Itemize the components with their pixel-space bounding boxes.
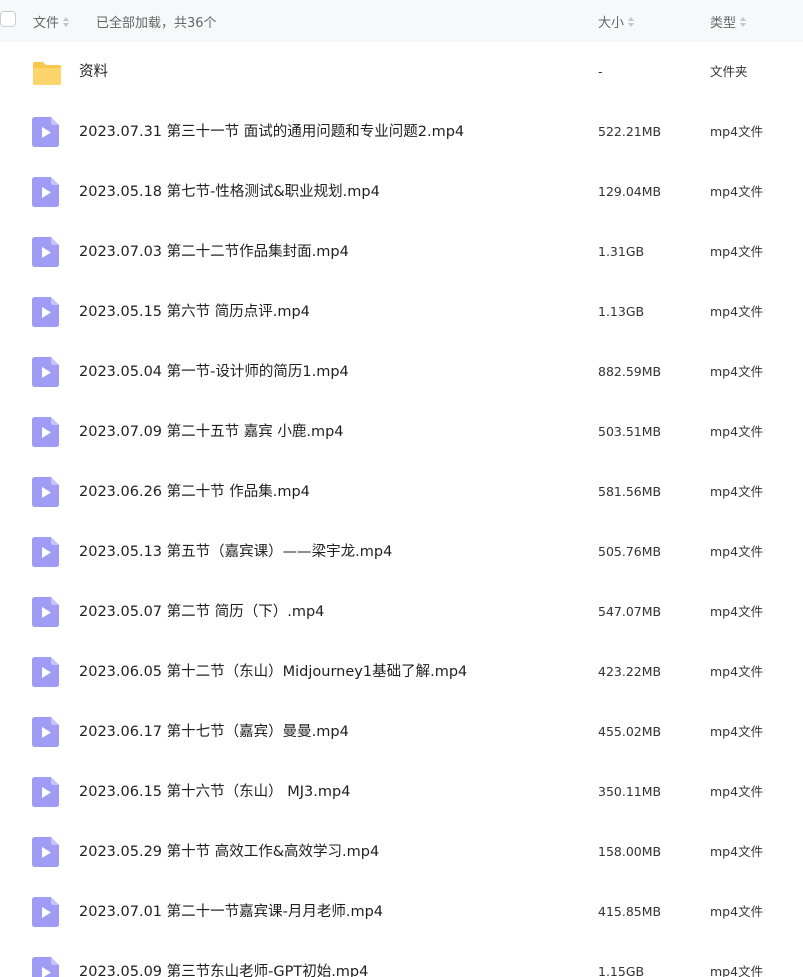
file-row[interactable]: 2023.05.18 第七节-性格测试&职业规划.mp4 129.04MB mp…	[0, 162, 803, 222]
folder-icon	[32, 59, 62, 91]
file-row[interactable]: 2023.05.13 第五节（嘉宾课）——梁宇龙.mp4 505.76MB mp…	[0, 522, 803, 582]
file-type: mp4文件	[710, 724, 764, 739]
file-list-header: 文件 已全部加载，共36个 大小 类型	[0, 0, 803, 42]
file-row[interactable]: 2023.05.07 第二节 简历（下）.mp4 547.07MB mp4文件	[0, 582, 803, 642]
file-name[interactable]: 2023.06.15 第十六节（东山） MJ3.mp4	[79, 762, 350, 822]
video-file-icon	[32, 417, 60, 451]
file-type: mp4文件	[710, 364, 764, 379]
file-type: mp4文件	[710, 964, 764, 977]
loaded-count-text: 已全部加载，共36个	[96, 16, 217, 31]
file-row[interactable]: 2023.05.29 第十节 高效工作&高效学习.mp4 158.00MB mp…	[0, 822, 803, 882]
file-type: mp4文件	[710, 304, 764, 319]
file-type: mp4文件	[710, 424, 764, 439]
file-size: 1.15GB	[598, 964, 645, 977]
file-type: mp4文件	[710, 784, 764, 799]
video-file-icon	[32, 837, 60, 871]
file-row[interactable]: 资料 - 文件夹	[0, 42, 803, 102]
file-name[interactable]: 2023.06.05 第十二节（东山）Midjourney1基础了解.mp4	[79, 642, 467, 702]
file-size: 350.11MB	[598, 784, 662, 799]
sort-by-name-button[interactable]: 文件	[33, 12, 70, 31]
file-type: mp4文件	[710, 184, 764, 199]
file-name[interactable]: 2023.05.13 第五节（嘉宾课）——梁宇龙.mp4	[79, 522, 392, 582]
file-type: mp4文件	[710, 544, 764, 559]
file-name[interactable]: 2023.05.07 第二节 简历（下）.mp4	[79, 582, 324, 642]
file-name[interactable]: 2023.05.18 第七节-性格测试&职业规划.mp4	[79, 162, 380, 222]
file-size: 581.56MB	[598, 484, 662, 499]
file-name[interactable]: 2023.07.09 第二十五节 嘉宾 小鹿.mp4	[79, 402, 344, 462]
sort-by-size-button[interactable]: 大小	[598, 12, 635, 31]
file-type: mp4文件	[710, 904, 764, 919]
sort-arrows-icon	[63, 16, 70, 27]
file-name[interactable]: 2023.07.01 第二十一节嘉宾课-月月老师.mp4	[79, 882, 383, 942]
file-size: 522.21MB	[598, 124, 662, 139]
file-name[interactable]: 2023.07.03 第二十二节作品集封面.mp4	[79, 222, 349, 282]
sort-arrows-icon	[740, 16, 747, 27]
file-type: mp4文件	[710, 844, 764, 859]
video-file-icon	[32, 597, 60, 631]
file-name[interactable]: 资料	[79, 42, 108, 102]
video-file-icon	[32, 717, 60, 751]
file-row[interactable]: 2023.07.03 第二十二节作品集封面.mp4 1.31GB mp4文件	[0, 222, 803, 282]
file-size: 547.07MB	[598, 604, 662, 619]
video-file-icon	[32, 237, 60, 271]
file-size: 505.76MB	[598, 544, 662, 559]
type-column-label: 类型	[710, 16, 737, 31]
file-size: 882.59MB	[598, 364, 662, 379]
file-size: 503.51MB	[598, 424, 662, 439]
file-name[interactable]: 2023.07.31 第三十一节 面试的通用问题和专业问题2.mp4	[79, 102, 464, 162]
size-column-label: 大小	[598, 16, 625, 31]
file-name[interactable]: 2023.06.26 第二十节 作品集.mp4	[79, 462, 310, 522]
file-name[interactable]: 2023.05.15 第六节 简历点评.mp4	[79, 282, 310, 342]
file-type: mp4文件	[710, 484, 764, 499]
file-size: -	[598, 64, 603, 79]
file-row[interactable]: 2023.07.09 第二十五节 嘉宾 小鹿.mp4 503.51MB mp4文…	[0, 402, 803, 462]
video-file-icon	[32, 897, 60, 931]
select-all-checkbox[interactable]	[0, 11, 16, 27]
file-size: 1.13GB	[598, 304, 645, 319]
file-name[interactable]: 2023.06.17 第十七节（嘉宾）曼曼.mp4	[79, 702, 349, 762]
file-list: 资料 - 文件夹 2023.07.31 第三十一节 面试的通用问题和专业问题2.…	[0, 42, 803, 977]
video-file-icon	[32, 117, 60, 151]
video-file-icon	[32, 477, 60, 511]
video-file-icon	[32, 657, 60, 691]
file-size: 423.22MB	[598, 664, 662, 679]
sort-arrows-icon	[628, 16, 635, 27]
video-file-icon	[32, 357, 60, 391]
file-size: 415.85MB	[598, 904, 662, 919]
file-size: 1.31GB	[598, 244, 645, 259]
file-row[interactable]: 2023.06.05 第十二节（东山）Midjourney1基础了解.mp4 4…	[0, 642, 803, 702]
file-row[interactable]: 2023.05.15 第六节 简历点评.mp4 1.13GB mp4文件	[0, 282, 803, 342]
file-row[interactable]: 2023.07.31 第三十一节 面试的通用问题和专业问题2.mp4 522.2…	[0, 102, 803, 162]
file-row[interactable]: 2023.05.09 第三节东山老师-GPT初始.mp4 1.15GB mp4文…	[0, 942, 803, 977]
video-file-icon	[32, 177, 60, 211]
file-name[interactable]: 2023.05.29 第十节 高效工作&高效学习.mp4	[79, 822, 379, 882]
file-row[interactable]: 2023.07.01 第二十一节嘉宾课-月月老师.mp4 415.85MB mp…	[0, 882, 803, 942]
file-name[interactable]: 2023.05.09 第三节东山老师-GPT初始.mp4	[79, 942, 368, 977]
file-row[interactable]: 2023.06.26 第二十节 作品集.mp4 581.56MB mp4文件	[0, 462, 803, 522]
file-size: 129.04MB	[598, 184, 662, 199]
video-file-icon	[32, 297, 60, 331]
file-size: 158.00MB	[598, 844, 662, 859]
file-type: mp4文件	[710, 244, 764, 259]
file-type: mp4文件	[710, 604, 764, 619]
file-size: 455.02MB	[598, 724, 662, 739]
file-type: mp4文件	[710, 664, 764, 679]
video-file-icon	[32, 957, 60, 977]
name-column-label: 文件	[33, 16, 60, 31]
sort-by-type-button[interactable]: 类型	[710, 12, 747, 31]
file-row[interactable]: 2023.06.15 第十六节（东山） MJ3.mp4 350.11MB mp4…	[0, 762, 803, 822]
file-row[interactable]: 2023.06.17 第十七节（嘉宾）曼曼.mp4 455.02MB mp4文件	[0, 702, 803, 762]
video-file-icon	[32, 537, 60, 571]
file-type: 文件夹	[710, 64, 748, 79]
file-row[interactable]: 2023.05.04 第一节-设计师的简历1.mp4 882.59MB mp4文…	[0, 342, 803, 402]
file-name[interactable]: 2023.05.04 第一节-设计师的简历1.mp4	[79, 342, 349, 402]
video-file-icon	[32, 777, 60, 811]
file-type: mp4文件	[710, 124, 764, 139]
